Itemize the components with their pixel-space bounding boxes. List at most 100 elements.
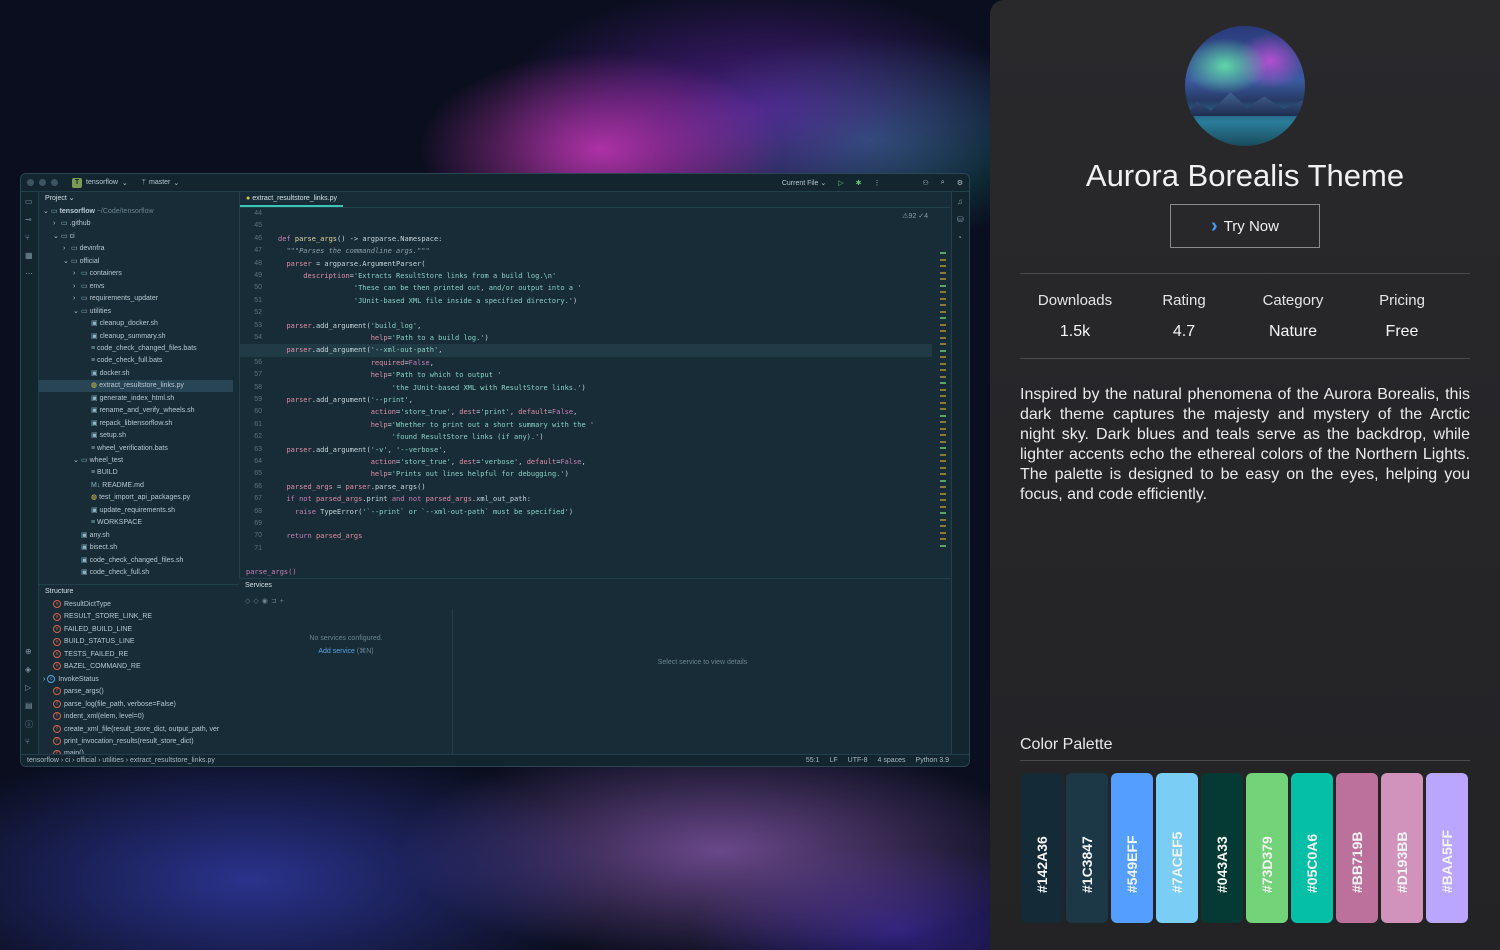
user-icon[interactable]: ⚇ [923,179,929,187]
code-line[interactable]: parser.add_argument('--xml-out-path', [278,344,442,356]
tree-item[interactable]: › ▭ requirements_updater [39,293,158,305]
error-stripe-mark[interactable] [940,505,946,508]
error-stripe-mark[interactable] [940,330,946,332]
error-stripe-mark[interactable] [940,434,946,436]
code-line[interactable]: help='Whether to print out a short summa… [278,419,594,431]
tree-item[interactable]: › ▭ containers [39,268,122,280]
error-stripe-mark[interactable] [940,531,946,534]
database-icon[interactable]: ⛁ [957,215,964,224]
tree-item[interactable]: ⌄ ▭ utilities [39,306,111,318]
run-config-select[interactable]: Current File ⌄ [782,179,826,187]
tree-arrow-icon[interactable]: ⌄ [63,256,71,268]
branch-switcher[interactable]: ᛘ master ⌄ [142,179,179,187]
code-line[interactable]: required=False, [278,357,434,369]
error-stripe-mark[interactable] [940,252,946,254]
code-line[interactable]: parser.add_argument('-v', '--verbose', [278,444,446,456]
project-switcher[interactable]: T tensorflow ⌄ [72,177,128,188]
error-stripe-mark[interactable] [940,440,946,443]
error-stripe-mark[interactable] [940,544,946,547]
code-line[interactable]: """Parses the commandline args.""" [278,245,429,257]
error-stripe-mark[interactable] [940,479,946,482]
tree-item[interactable]: ⌄ ▭ ci [39,231,75,243]
code-line[interactable]: parser.add_argument('--print', [278,394,412,406]
code-line[interactable]: 'JUnit-based XML file inside a specified… [278,295,577,307]
structure-item[interactable]: v FAILED_BUILD_LINE [39,624,132,636]
error-stripe-mark[interactable] [940,310,946,313]
error-stripe-mark[interactable] [940,265,946,267]
tree-item[interactable]: ▣ any.sh [39,530,110,542]
try-now-button[interactable]: › Try Now [1170,204,1320,248]
structure-item[interactable]: f print_invocation_results(result_store_d… [39,736,194,748]
error-stripe-mark[interactable] [940,473,946,475]
add-icon[interactable]: + [280,598,287,605]
error-stripe-mark[interactable] [940,499,946,501]
tree-item[interactable]: ⌄ ▭ official [39,256,99,268]
tree-arrow-icon[interactable]: ⌄ [73,455,81,467]
status-breadcrumb-item[interactable]: extract_resultstore_links.py [130,757,215,764]
error-stripe-mark[interactable] [940,512,946,514]
tree-item[interactable]: ▣ cleanup_docker.sh [39,318,158,330]
structure-item[interactable]: f parse_args() [39,686,104,698]
error-stripe-mark[interactable] [940,304,946,306]
tree-item[interactable]: › ▭ devinfra [39,243,104,255]
structure-item[interactable]: v BUILD_STATUS_LINE [39,636,135,648]
color-swatch[interactable]: #BAA5FF [1426,773,1468,923]
color-swatch[interactable]: #7ACEF5 [1156,773,1198,923]
error-stripe-mark[interactable] [940,336,946,339]
error-stripe-mark[interactable] [940,538,946,540]
window-maximize-button[interactable] [51,179,58,186]
code-line[interactable]: parser.add_argument('build_log', [278,320,421,332]
more-tools-icon[interactable]: ⋯ [25,269,33,278]
tree-item[interactable]: ▣ docker.sh [39,368,130,380]
error-stripe-mark[interactable] [940,486,946,488]
error-stripe-mark[interactable] [940,375,946,378]
error-stripe-mark[interactable] [940,447,946,449]
tree-item[interactable]: ≡ BUILD [39,467,118,479]
problems-icon[interactable]: ⓘ [25,719,33,730]
tree-item[interactable]: ⌄ ▭ tensorflow ~/Code/tensorflow [39,206,154,218]
tree-arrow-icon[interactable]: ⌄ [73,306,81,318]
search-icon[interactable]: ⌕ [941,179,945,187]
error-stripe-mark[interactable] [940,284,946,287]
tree-item[interactable]: ▣ rename_and_verify_wheels.sh [39,405,195,417]
color-swatch[interactable]: #1C3847 [1066,773,1108,923]
error-stripe-mark[interactable] [940,421,946,423]
tree-item[interactable]: ≡ WORKSPACE [39,517,142,529]
tree-arrow-icon[interactable]: › [73,268,81,280]
error-stripe-mark[interactable] [940,427,946,430]
tree-arrow-icon[interactable]: › [63,243,71,255]
color-swatch[interactable]: #043A33 [1201,773,1243,923]
error-stripe-mark[interactable] [940,258,946,261]
color-swatch[interactable]: #549EFF [1111,773,1153,923]
run-icon[interactable]: ▷ [838,179,843,187]
error-stripe-mark[interactable] [940,525,946,527]
tree-arrow-icon[interactable]: › [73,281,81,293]
sciview-icon[interactable]: ◔ [957,233,962,242]
window-minimize-button[interactable] [39,179,46,186]
status-widget[interactable]: 4 spaces [878,755,906,766]
code-editor[interactable]: ● extract_resultstore_links.py ⚠92 ✓4 44… [239,192,952,578]
error-stripe-mark[interactable] [940,453,946,456]
python-packages-icon[interactable]: ⊕ [25,647,32,656]
structure-item[interactable]: › c InvokeStatus [39,674,99,686]
structure-icon[interactable]: ▦ [25,251,33,260]
error-stripe-mark[interactable] [940,278,946,280]
error-stripe-mark[interactable] [940,395,946,397]
layers-icon[interactable]: ◈ [25,665,31,674]
code-line[interactable]: def parse_args() -> argparse.Namespace: [278,233,442,245]
tree-arrow-icon[interactable]: › [53,218,61,230]
error-stripe-mark[interactable] [940,414,946,417]
structure-item[interactable]: f indent_xml(elem, level=0) [39,711,144,723]
code-breadcrumb[interactable]: parse_args() [246,568,297,576]
error-stripe-mark[interactable] [940,317,946,319]
project-panel-header[interactable]: Project ⌄ [39,192,239,206]
structure-item[interactable]: v TESTS_FAILED_RE [39,649,128,661]
error-stripe-mark[interactable] [940,518,946,521]
error-stripe-mark[interactable] [940,356,946,358]
tree-item[interactable]: ▣ setup.sh [39,430,126,442]
tree-item[interactable]: ◍ extract_resultstore_links.py [39,380,233,393]
status-breadcrumb-item[interactable]: utilities [102,757,123,764]
status-widget[interactable]: 55:1 [806,755,820,766]
terminal-icon[interactable]: ▤ [25,701,33,710]
tree-item[interactable]: ▣ code_check_full.sh [39,567,149,579]
